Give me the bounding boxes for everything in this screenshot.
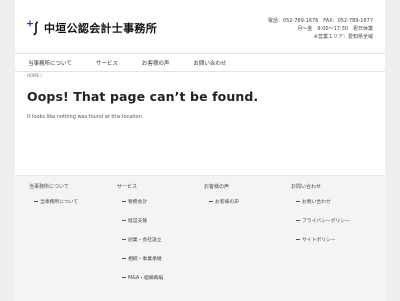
nav-item-contact[interactable]: お問い合わせ (193, 59, 226, 67)
footer-link-succession[interactable]: 相続・事業承継 (122, 255, 205, 262)
dash-icon (296, 200, 300, 202)
dash-icon (122, 200, 126, 202)
dash-icon (122, 238, 126, 240)
dash-icon (296, 238, 300, 240)
contact-service-area: ※営業エリア：愛知県全域 (313, 34, 373, 40)
footer-column-title: 当事務所について (29, 184, 69, 190)
not-found-message: It looks like nothing was found at this … (27, 114, 144, 120)
footer-link-contact[interactable]: お問い合わせ (296, 198, 379, 205)
dash-icon (296, 219, 300, 221)
footer-column-contact: お問い合わせ お問い合わせ プライバシーポリシー サイトポリシー (291, 183, 379, 255)
site-logo[interactable]: 中垣公認会計士事務所 (27, 20, 157, 36)
footer-link-site-policy[interactable]: サイトポリシー (296, 236, 379, 243)
nav-item-testimonials[interactable]: お客様の声 (142, 59, 170, 67)
contact-phone-fax: 電話：052-789-1676 FAX：052-789-1677 (267, 18, 373, 24)
nav-item-about[interactable]: 当事務所について (28, 59, 72, 67)
footer-column-services: サービス 税務会計 経営支援 創業・会社設立 相続・事業承継 M&A・組織再編 (117, 183, 205, 293)
site-footer: 当事務所について 当事務所について サービス 税務会計 経営支援 創業・会社設立… (15, 175, 385, 301)
dash-icon (122, 276, 126, 278)
footer-link-management-support[interactable]: 経営支援 (122, 217, 205, 224)
footer-link-about[interactable]: 当事務所について (34, 198, 117, 205)
site-name: 中垣公認会計士事務所 (44, 22, 157, 35)
footer-link-tax-accounting[interactable]: 税務会計 (122, 198, 205, 205)
footer-link-privacy-policy[interactable]: プライバシーポリシー (296, 217, 379, 224)
footer-column-title: お問い合わせ (291, 184, 322, 190)
dash-icon (122, 219, 126, 221)
footer-column-testimonials: お客様の声 お客様の声 (204, 183, 292, 217)
site-header: 中垣公認会計士事務所 電話：052-789-1676 FAX：052-789-1… (15, 0, 385, 50)
footer-link-ma-reorganization[interactable]: M&A・組織再編 (122, 274, 205, 281)
logo-icon (27, 20, 41, 36)
breadcrumb[interactable]: HOME / (27, 73, 42, 78)
page-title: Oops! That page can’t be found. (27, 89, 259, 104)
nav-item-services[interactable]: サービス (96, 59, 118, 67)
dash-icon (34, 200, 38, 202)
contact-hours: 月〜金 9:00〜17:30 祝日休業 (297, 26, 373, 32)
main-nav: 当事務所について サービス お客様の声 お問い合わせ (15, 53, 385, 72)
footer-column-title: サービス (117, 184, 138, 190)
footer-link-testimonials[interactable]: お客様の声 (209, 198, 292, 205)
dash-icon (122, 257, 126, 259)
dash-icon (209, 200, 213, 202)
page: 中垣公認会計士事務所 電話：052-789-1676 FAX：052-789-1… (15, 0, 385, 301)
contact-info: 電話：052-789-1676 FAX：052-789-1677 月〜金 9:0… (268, 17, 373, 41)
footer-column-about: 当事務所について 当事務所について (29, 183, 117, 217)
footer-column-title: お客様の声 (204, 184, 230, 190)
footer-link-company-founding[interactable]: 創業・会社設立 (122, 236, 205, 243)
